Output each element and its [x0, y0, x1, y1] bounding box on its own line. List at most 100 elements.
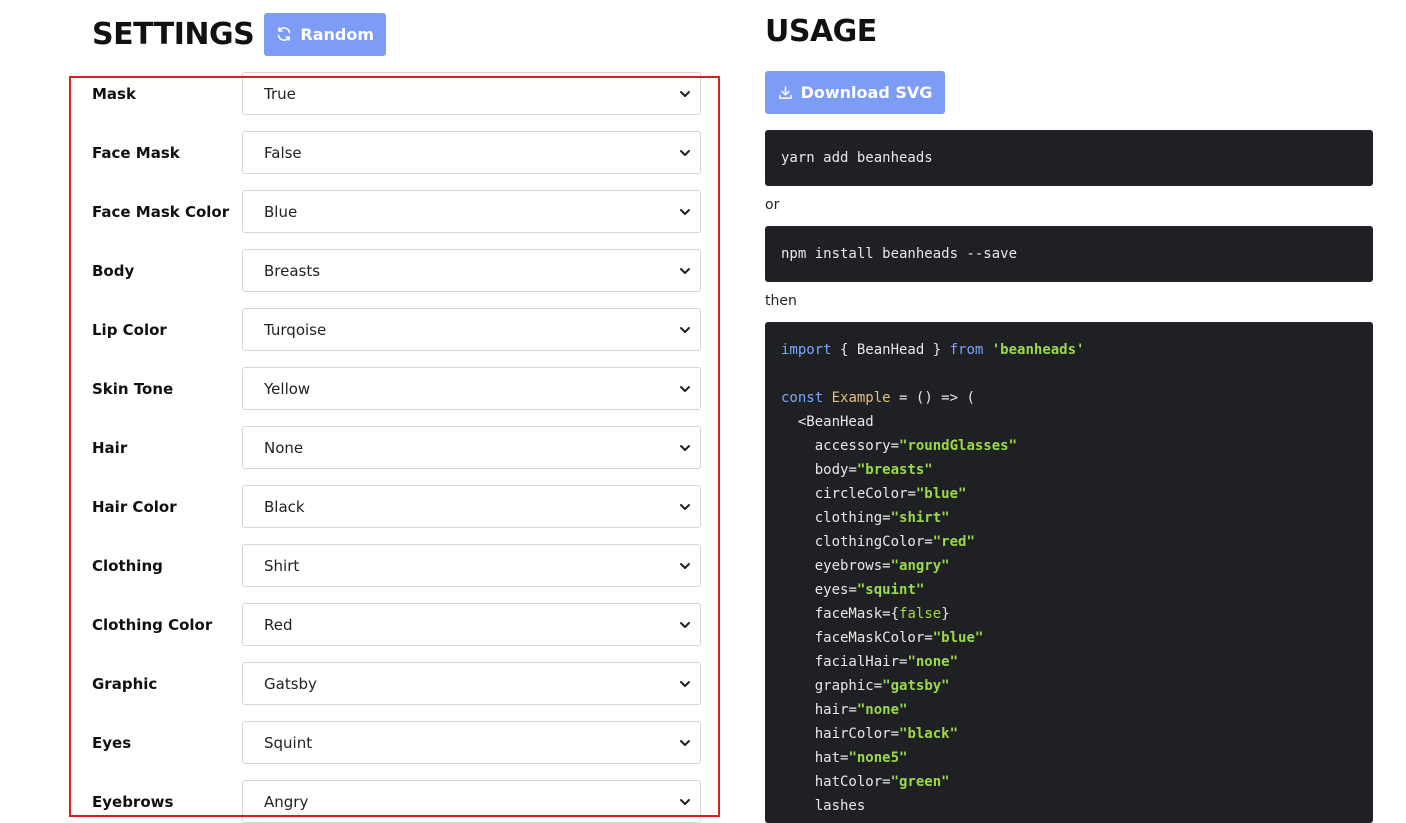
code-prop-value: "shirt" [890, 510, 950, 526]
select-value: Turqoise [264, 320, 327, 339]
select-value: Angry [264, 792, 309, 811]
chevron-down-icon [680, 209, 690, 215]
skin-tone-select[interactable]: Yellow [242, 367, 701, 410]
setting-row-face-mask: Face Mask False [92, 131, 702, 174]
code-prop-name: eyebrows [814, 558, 883, 574]
download-button-label: Download SVG [800, 83, 933, 102]
or-text: or [765, 197, 780, 213]
chevron-down-icon [680, 150, 690, 156]
clothing-color-select[interactable]: Red [242, 603, 701, 646]
setting-row-eyes: Eyes Squint [92, 721, 702, 764]
clothing-select[interactable]: Shirt [242, 544, 701, 587]
code-prop-value: {false} [890, 606, 950, 622]
code-prop-line: clothing="shirt" [814, 510, 950, 526]
beanheads-page: SETTINGS Random Mask True Face Mask Fals… [0, 0, 1406, 823]
code-text: { BeanHead } [831, 342, 950, 358]
code-text: <BeanHead [781, 414, 874, 430]
select-value: Breasts [264, 261, 321, 280]
code-const-line: const Example = () => ( [781, 386, 1373, 410]
chevron-down-icon [680, 799, 690, 805]
code-prop-name: circleColor [814, 486, 908, 502]
setting-label: Clothing [92, 556, 163, 575]
code-keyword: from [949, 342, 984, 358]
chevron-down-icon [680, 268, 690, 274]
chevron-down-icon [680, 504, 690, 510]
code-prop-name: faceMask [814, 606, 883, 622]
code-prop-line: eyebrows="angry" [814, 558, 950, 574]
eyes-select[interactable]: Squint [242, 721, 701, 764]
select-value: None [264, 438, 304, 457]
body-select[interactable]: Breasts [242, 249, 701, 292]
code-prop-value: "red" [932, 534, 975, 550]
lip-color-select[interactable]: Turqoise [242, 308, 701, 351]
select-value: Shirt [264, 556, 300, 575]
code-prop-value: "roundGlasses" [899, 438, 1018, 454]
setting-label: Body [92, 261, 135, 280]
code-prop-line: accessory="roundGlasses" [814, 438, 1018, 454]
setting-row-skin-tone: Skin Tone Yellow [92, 367, 702, 410]
code-open-tag-line: <BeanHead [781, 410, 1373, 434]
code-prop-value: "black" [899, 726, 959, 742]
chevron-down-icon [680, 445, 690, 451]
code-prop-line: eyes="squint" [814, 582, 925, 598]
code-component-name: Example [831, 390, 891, 406]
hair-color-select[interactable]: Black [242, 485, 701, 528]
graphic-select[interactable]: Gatsby [242, 662, 701, 705]
code-keyword: import [781, 342, 832, 358]
refresh-icon [278, 27, 291, 41]
code-prop-line: faceMask={false} [814, 606, 950, 622]
chevron-down-icon [680, 740, 690, 746]
code-prop-line: facialHair="none" [814, 654, 959, 670]
setting-row-hair-color: Hair Color Black [92, 485, 702, 528]
setting-label: Face Mask Color [92, 202, 230, 221]
setting-row-hair: Hair None [92, 426, 702, 469]
code-prop-line: clothingColor="red" [814, 534, 975, 550]
code-props: accessory="roundGlasses" body="breasts" … [781, 434, 1373, 818]
select-value: Squint [264, 733, 313, 752]
code-prop-line: hairColor="black" [814, 726, 959, 742]
download-icon [778, 86, 792, 99]
code-prop-name: accessory [814, 438, 891, 454]
hair-select[interactable]: None [242, 426, 701, 469]
code-prop-name: hair [814, 702, 849, 718]
face-mask-color-select[interactable]: Blue [242, 190, 701, 233]
code-prop-value: "gatsby" [882, 678, 950, 694]
code-prop-value: "none5" [848, 750, 908, 766]
code-prop-line: graphic="gatsby" [814, 678, 950, 694]
code-prop-name: lashes [814, 798, 866, 814]
eyebrows-select[interactable]: Angry [242, 780, 701, 823]
chevron-down-icon [680, 563, 690, 569]
chevron-down-icon [680, 91, 690, 97]
code-prop-line: hair="none" [814, 702, 908, 718]
setting-row-body: Body Breasts [92, 249, 702, 292]
code-prop-line: hat="none5" [814, 750, 908, 766]
usage-title: USAGE [765, 14, 877, 49]
code-string: 'beanheads' [991, 342, 1085, 358]
setting-label: Hair Color [92, 497, 177, 516]
yarn-command: yarn add beanheads [781, 150, 933, 166]
setting-row-clothing-color: Clothing Color Red [92, 603, 702, 646]
mask-select[interactable]: True [242, 72, 701, 115]
setting-row-face-mask-color: Face Mask Color Blue [92, 190, 702, 233]
code-prop-name: graphic [814, 678, 874, 694]
download-svg-button[interactable]: Download SVG [765, 71, 945, 114]
setting-label: Eyebrows [92, 792, 174, 811]
code-keyword: const [781, 390, 824, 406]
code-prop-name: facialHair [814, 654, 900, 670]
code-prop-value: "angry" [890, 558, 950, 574]
code-prop-name: body [814, 462, 849, 478]
select-value: Black [264, 497, 305, 516]
code-prop-name: clothing [814, 510, 883, 526]
random-button[interactable]: Random [264, 12, 387, 56]
face-mask-select[interactable]: False [242, 131, 701, 174]
code-text: = () => ( [890, 390, 975, 406]
code-prop-line: faceMaskColor="blue" [814, 630, 984, 646]
select-value: Red [264, 615, 293, 634]
code-prop-name: hairColor [814, 726, 891, 742]
settings-title: SETTINGS [92, 16, 255, 52]
code-prop-line: body="breasts" [814, 462, 933, 478]
then-text: then [765, 293, 797, 309]
chevron-down-icon [680, 327, 690, 333]
select-value: Gatsby [264, 674, 317, 693]
code-prop-name: hat [814, 750, 841, 766]
